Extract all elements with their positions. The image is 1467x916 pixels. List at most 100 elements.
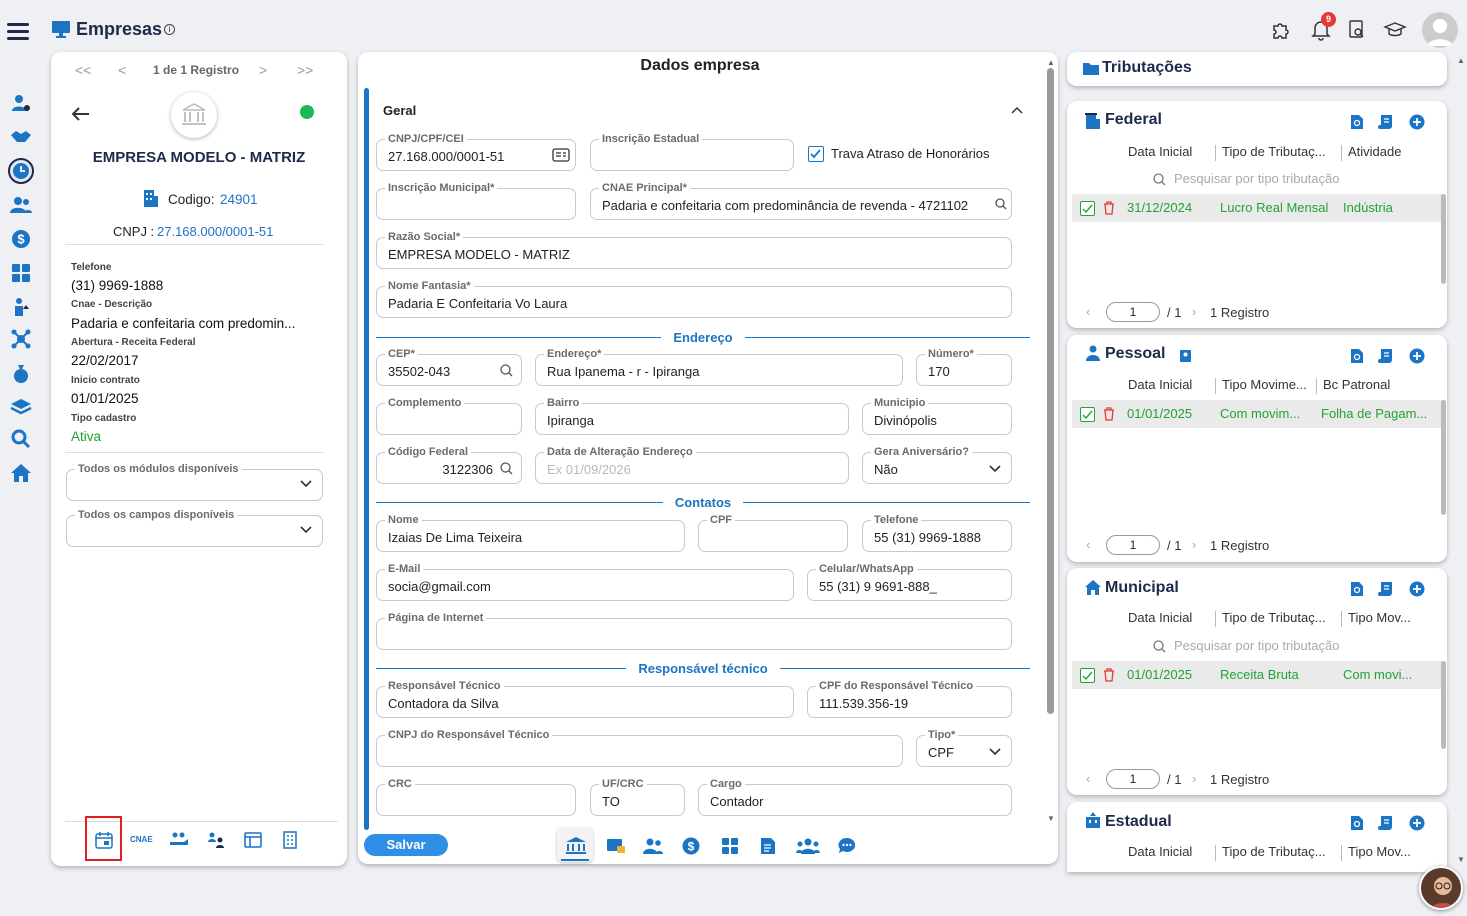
pessoal-pager-prev[interactable]: ‹: [1086, 537, 1090, 552]
telefone-field[interactable]: Telefone 55 (31) 9969-1888: [862, 513, 1012, 552]
nome-field[interactable]: Nome Izaias De Lima Teixeira: [376, 513, 685, 552]
pager-last[interactable]: >>: [297, 62, 313, 78]
graduation-cap-icon[interactable]: [1383, 20, 1407, 40]
save-button[interactable]: Salvar: [364, 834, 448, 856]
add-circle-icon[interactable]: [1409, 815, 1425, 831]
people-tab-icon[interactable]: [642, 837, 664, 855]
search-icon[interactable]: [995, 198, 1007, 210]
codfed-field[interactable]: Código Federal 3122306: [376, 445, 522, 484]
calculator-tab-icon[interactable]: [721, 837, 739, 855]
federal-pager-next[interactable]: ›: [1192, 304, 1196, 319]
add-circle-icon[interactable]: [1409, 348, 1425, 364]
scroll-icon[interactable]: [1378, 581, 1394, 597]
row-checkbox[interactable]: [1080, 668, 1095, 683]
file-search-icon[interactable]: [1349, 815, 1365, 831]
modules-select[interactable]: Todos os módulos disponíveis: [66, 462, 323, 501]
federal-page-input[interactable]: 1: [1106, 302, 1160, 322]
trash-icon[interactable]: [1103, 407, 1115, 421]
uf-crc-field[interactable]: UF/CRC TO: [590, 777, 685, 816]
back-arrow-icon[interactable]: [71, 106, 91, 122]
email-field[interactable]: E-Mail socia@gmail.com: [376, 562, 794, 601]
municipal-col-tipo[interactable]: Tipo de Tributaç...: [1222, 610, 1326, 625]
dollar-tab-icon[interactable]: $: [681, 836, 701, 856]
file-search-icon[interactable]: [1349, 348, 1365, 364]
pessoal-scrollbar[interactable]: [1441, 400, 1446, 515]
ie-field[interactable]: Inscrição Estadual: [590, 132, 794, 171]
estadual-col-data[interactable]: Data Inicial: [1128, 844, 1192, 859]
pessoal-page-input[interactable]: 1: [1106, 535, 1160, 555]
municipal-pager-prev[interactable]: ‹: [1086, 771, 1090, 786]
layers-icon[interactable]: [10, 396, 32, 418]
pager-prev[interactable]: <: [118, 62, 126, 78]
municipal-page-input[interactable]: 1: [1106, 769, 1160, 789]
menu-icon[interactable]: [7, 19, 29, 44]
municipal-pager-next[interactable]: ›: [1192, 771, 1196, 786]
federal-col-atividade[interactable]: Atividade: [1348, 144, 1401, 159]
fields-select[interactable]: Todos os campos disponíveis: [66, 508, 323, 547]
federal-col-tipo[interactable]: Tipo de Tributaç...: [1222, 144, 1326, 159]
pessoal-col-data[interactable]: Data Inicial: [1128, 377, 1192, 392]
trash-icon[interactable]: [1103, 668, 1115, 682]
row-checkbox[interactable]: [1080, 201, 1095, 216]
cpf-field[interactable]: CPF: [698, 513, 848, 552]
right-scrollbar[interactable]: ▲ ▼: [1456, 52, 1466, 868]
file-search-icon[interactable]: [1349, 114, 1365, 130]
bairro-field[interactable]: Bairro Ipiranga: [535, 396, 849, 435]
razao-field[interactable]: Razão Social* EMPRESA MODELO - MATRIZ: [376, 230, 1012, 269]
cnae-field[interactable]: CNAE Principal* Padaria e confeitaria co…: [590, 181, 1012, 220]
im-field[interactable]: Inscrição Municipal*: [376, 181, 576, 220]
group-tab-icon[interactable]: [796, 837, 820, 855]
pessoal-col-tipo[interactable]: Tipo Movime...: [1222, 377, 1307, 392]
users-icon[interactable]: [10, 194, 32, 216]
handshake-icon[interactable]: [10, 126, 32, 148]
pessoal-pager-next[interactable]: ›: [1192, 537, 1196, 552]
hand-people-icon[interactable]: [169, 831, 189, 849]
scrollbar-thumb[interactable]: [1047, 68, 1054, 714]
chat-tab-icon[interactable]: [837, 836, 857, 856]
tipo-select[interactable]: Tipo* CPF: [916, 728, 1012, 767]
responsavel-field[interactable]: Responsável Técnico Contadora da Silva: [376, 679, 794, 718]
federal-pager-prev[interactable]: ‹: [1086, 304, 1090, 319]
aniversario-select[interactable]: Gera Aniversário? Não: [862, 445, 1012, 484]
user-settings-icon[interactable]: [10, 92, 32, 114]
cnpj-responsavel-field[interactable]: CNPJ do Responsável Técnico: [376, 728, 903, 767]
building-outline-icon[interactable]: [281, 831, 299, 849]
federal-scrollbar[interactable]: [1441, 194, 1446, 284]
pager-first[interactable]: <<: [75, 62, 91, 78]
user-avatar[interactable]: [1422, 12, 1458, 48]
numero-field[interactable]: Número* 170: [916, 347, 1012, 386]
federal-search-input[interactable]: Pesquisar por tipo tributação: [1174, 171, 1339, 186]
municipio-field[interactable]: Municipio Divinópolis: [862, 396, 1012, 435]
pager-next[interactable]: >: [259, 62, 267, 78]
card-tab-icon[interactable]: [606, 837, 626, 855]
id-card-icon[interactable]: [552, 148, 570, 162]
pagina-field[interactable]: Página de Internet: [376, 611, 1012, 650]
report-search-icon[interactable]: [1347, 20, 1367, 40]
scroll-icon[interactable]: [1378, 348, 1394, 364]
chevron-up-icon[interactable]: [1011, 106, 1023, 114]
calculator-icon[interactable]: [10, 262, 32, 284]
file-search-icon[interactable]: [1349, 581, 1365, 597]
cargo-field[interactable]: Cargo Contador: [698, 777, 1012, 816]
complemento-field[interactable]: Complemento: [376, 396, 522, 435]
home-icon[interactable]: [10, 462, 32, 484]
municipal-search-input[interactable]: Pesquisar por tipo tributação: [1174, 638, 1339, 653]
form-scrollbar[interactable]: ▲ ▼: [1043, 52, 1058, 832]
cep-field[interactable]: CEP* 35502-043: [376, 347, 522, 386]
info-icon[interactable]: i: [164, 24, 175, 35]
data-alteracao-field[interactable]: Data de Alteração Endereço Ex 01/09/2026: [535, 445, 849, 484]
clock-icon[interactable]: [8, 158, 34, 184]
scroll-icon[interactable]: [1378, 815, 1394, 831]
municipal-col-data[interactable]: Data Inicial: [1128, 610, 1192, 625]
search-icon[interactable]: [500, 462, 513, 475]
dollar-icon[interactable]: $: [10, 228, 32, 250]
celular-field[interactable]: Celular/WhatsApp 55 (31) 9 9691-888_: [807, 562, 1012, 601]
row-checkbox[interactable]: [1080, 407, 1095, 422]
cnae-button[interactable]: CNAE: [130, 835, 153, 844]
tab-company[interactable]: [557, 828, 593, 862]
table-icon[interactable]: [243, 831, 263, 849]
add-circle-icon[interactable]: [1409, 114, 1425, 130]
money-bag-icon[interactable]: [10, 362, 32, 384]
estadual-col-tipo[interactable]: Tipo de Tributaç...: [1222, 844, 1326, 859]
pessoal-col-bc[interactable]: Bc Patronal: [1323, 377, 1390, 392]
